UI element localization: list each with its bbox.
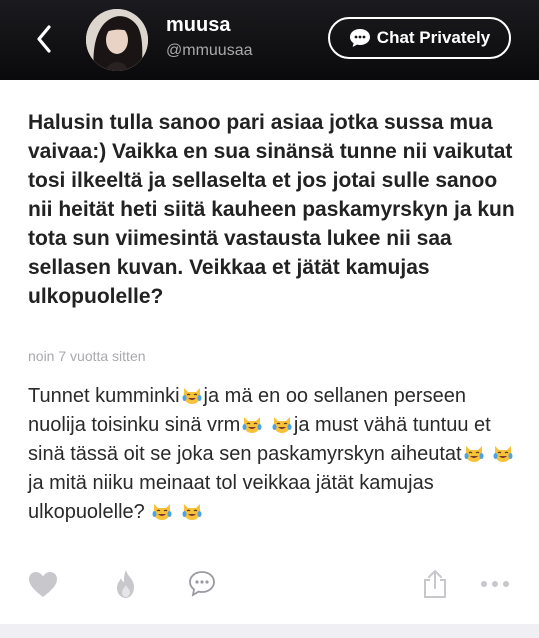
avatar[interactable] — [86, 9, 148, 71]
more-button[interactable] — [479, 568, 511, 600]
chat-privately-button[interactable]: Chat Privately — [328, 17, 511, 59]
share-button[interactable] — [419, 568, 451, 600]
user-handle: @mmuusaa — [166, 42, 253, 59]
crying-laughing-cat-emoji — [182, 504, 202, 520]
feed-separator — [0, 624, 539, 638]
more-icon — [481, 581, 509, 587]
crying-laughing-cat-emoji — [182, 388, 202, 404]
action-bar — [0, 560, 539, 610]
crying-laughing-cat-emoji — [242, 417, 262, 433]
share-icon — [424, 570, 446, 598]
speech-bubble-icon — [349, 29, 370, 47]
chevron-left-icon — [37, 25, 51, 53]
question-text: Halusin tulla sanoo pari asiaa jotka sus… — [28, 111, 515, 308]
answer-part: ja mitä niiku meinaat tol veikkaa jätät … — [28, 472, 434, 523]
post-timestamp: noin 7 vuotta sitten — [28, 348, 146, 364]
like-button[interactable] — [27, 568, 59, 600]
flame-icon — [117, 570, 134, 598]
chat-privately-label: Chat Privately — [376, 28, 491, 47]
fire-button[interactable] — [110, 568, 142, 600]
back-button[interactable] — [28, 22, 60, 56]
answer-text: Tunnet kumminki ja mä en oo sellanen pers… — [28, 382, 518, 527]
crying-laughing-cat-emoji — [464, 446, 484, 462]
comment-button[interactable] — [186, 568, 218, 600]
crying-laughing-cat-emoji — [152, 504, 172, 520]
crying-laughing-cat-emoji — [272, 417, 292, 433]
comment-icon — [189, 571, 215, 597]
heart-icon — [29, 571, 57, 597]
profile-header: muusa @mmuusaa Chat Privately — [0, 0, 539, 80]
crying-laughing-cat-emoji — [493, 446, 513, 462]
answer-part: Tunnet kumminki — [28, 385, 180, 407]
username[interactable]: muusa — [166, 14, 230, 37]
